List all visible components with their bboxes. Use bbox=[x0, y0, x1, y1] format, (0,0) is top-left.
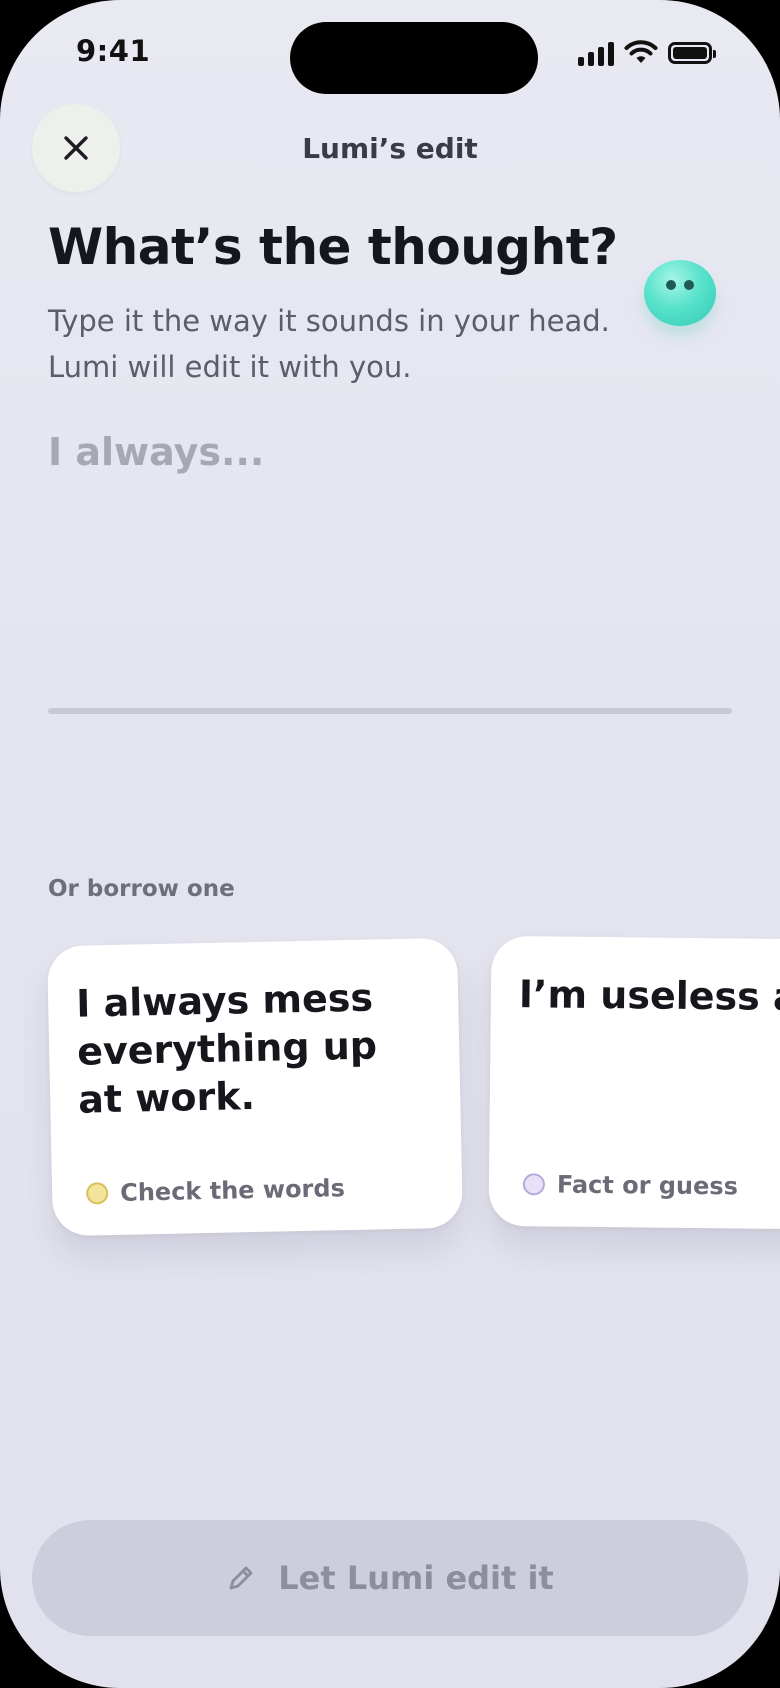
page-subtitle: Type it the way it sounds in your head. … bbox=[48, 298, 628, 390]
example-thought-card[interactable]: I’m useless and everyone can tell. Fact … bbox=[488, 935, 780, 1231]
example-thought-card[interactable]: I always mess everything up at work. Che… bbox=[47, 937, 463, 1237]
card-text: I’m useless and everyone can tell. bbox=[518, 972, 780, 1024]
mascot-eye-icon bbox=[684, 280, 694, 290]
wifi-icon bbox=[624, 40, 658, 63]
status-time: 9:41 bbox=[76, 34, 151, 68]
lumi-mascot-icon bbox=[644, 260, 716, 326]
borrow-label: Or borrow one bbox=[48, 876, 235, 902]
card-tag-label: Check the words bbox=[119, 1174, 346, 1207]
mascot-eye-icon bbox=[666, 280, 676, 290]
pencil-icon bbox=[229, 1566, 253, 1590]
subtitle-line-1: Type it the way it sounds in your head. bbox=[48, 304, 610, 338]
card-tag: Check the words bbox=[85, 1174, 346, 1207]
input-underline bbox=[48, 708, 732, 714]
card-tag: Fact or guess bbox=[522, 1170, 739, 1201]
tag-dot-icon bbox=[522, 1173, 546, 1196]
thought-input[interactable] bbox=[48, 430, 732, 690]
cta-label: Let Lumi edit it bbox=[278, 1559, 554, 1597]
cellular-signal-icon bbox=[578, 40, 614, 66]
card-text: I always mess everything up at work. bbox=[75, 975, 378, 1122]
battery-icon bbox=[668, 42, 716, 64]
let-lumi-edit-button[interactable]: Let Lumi edit it bbox=[32, 1520, 748, 1636]
card-tag-label: Fact or guess bbox=[556, 1170, 739, 1201]
header-title: Lumi’s edit bbox=[302, 132, 478, 165]
subtitle-line-2: Lumi will edit it with you. bbox=[48, 350, 412, 384]
page-title: What’s the thought? bbox=[48, 218, 618, 276]
tag-dot-icon bbox=[85, 1182, 109, 1205]
dynamic-island bbox=[290, 22, 538, 94]
app-screen: 9:41 Lumi’s edit What’s the thought? Typ… bbox=[0, 0, 780, 1688]
status-icons bbox=[578, 40, 716, 66]
